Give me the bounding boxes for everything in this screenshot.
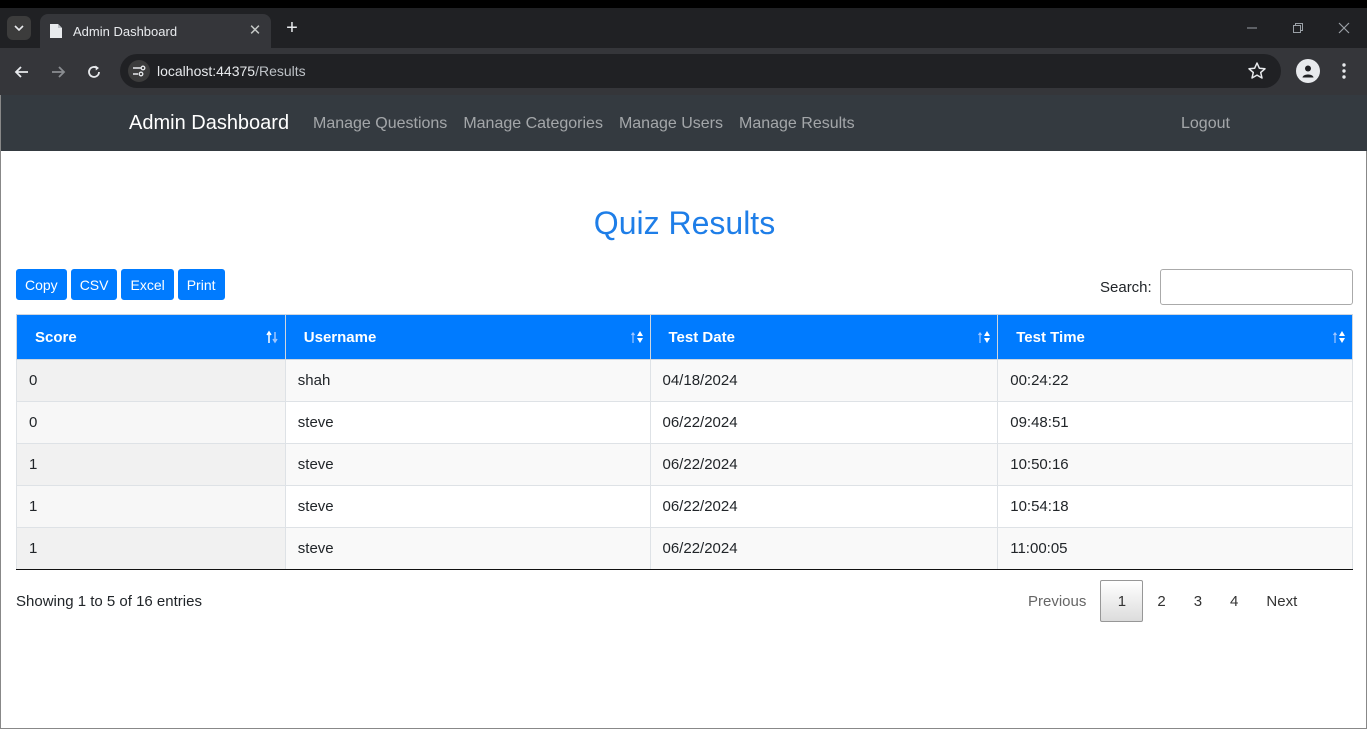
sort-icon: [978, 331, 991, 343]
cell-test-date: 06/22/2024: [649, 485, 999, 528]
page-button-3[interactable]: 3: [1180, 580, 1216, 622]
table-header-row: Score Username Test Date Test Time: [16, 314, 1353, 360]
table-row[interactable]: 1 steve 06/22/2024 11:00:05: [16, 527, 1353, 570]
cell-test-time: 11:00:05: [997, 527, 1353, 570]
back-arrow-icon[interactable]: [10, 60, 34, 84]
column-header-test-date[interactable]: Test Date: [649, 314, 999, 360]
search-box: Search:: [1100, 269, 1353, 305]
top-strip: [0, 0, 1367, 8]
column-header-test-time[interactable]: Test Time: [997, 314, 1353, 360]
cell-test-time: 10:54:18: [997, 485, 1353, 528]
restore-icon[interactable]: [1275, 8, 1321, 48]
cell-test-date: 04/18/2024: [649, 359, 999, 402]
sort-icon: [630, 331, 643, 343]
cell-score: 1: [16, 443, 286, 486]
bookmark-star-icon[interactable]: [1247, 61, 1267, 81]
search-label: Search:: [1100, 278, 1152, 296]
nav-links: Manage Questions Manage Categories Manag…: [313, 115, 855, 133]
browser-menu-icon[interactable]: [1334, 59, 1354, 83]
table-row[interactable]: 1 steve 06/22/2024 10:54:18: [16, 485, 1353, 528]
copy-button[interactable]: Copy: [16, 269, 67, 300]
cell-username: steve: [284, 485, 651, 528]
close-window-icon[interactable]: [1321, 8, 1367, 48]
page-button-1[interactable]: 1: [1100, 580, 1144, 622]
profile-avatar-icon[interactable]: [1296, 59, 1320, 83]
column-header-label: Test Date: [668, 328, 735, 346]
previous-page-button[interactable]: Previous: [1014, 580, 1100, 622]
table-row[interactable]: 1 steve 06/22/2024 10:50:16: [16, 443, 1353, 486]
chevron-down-icon: [14, 25, 24, 31]
column-header-label: Score: [35, 328, 77, 346]
column-header-score[interactable]: Score: [16, 314, 286, 360]
nav-link-manage-users[interactable]: Manage Users: [619, 115, 723, 133]
url-host: localhost:44375: [157, 63, 256, 79]
site-info-icon[interactable]: [128, 60, 150, 82]
print-button[interactable]: Print: [177, 269, 225, 300]
cell-username: steve: [284, 443, 651, 486]
nav-link-manage-categories[interactable]: Manage Categories: [463, 115, 603, 133]
browser-tab-bar: Admin Dashboard ✕ +: [0, 8, 1367, 48]
cell-username: shah: [284, 359, 651, 402]
csv-button[interactable]: CSV: [70, 269, 118, 300]
address-bar[interactable]: localhost:44375/Results: [120, 54, 1281, 88]
cell-username: steve: [284, 401, 651, 444]
close-tab-icon[interactable]: ✕: [247, 23, 263, 39]
page-title: Quiz Results: [593, 205, 776, 241]
minimize-icon[interactable]: [1229, 8, 1275, 48]
next-page-button[interactable]: Next: [1252, 580, 1311, 622]
cell-test-time: 10:50:16: [997, 443, 1353, 486]
cell-test-date: 06/22/2024: [649, 527, 999, 570]
cell-score: 0: [16, 359, 286, 402]
results-table: Score Username Test Date Test Time 0 sha…: [16, 314, 1353, 570]
window-controls: [1229, 8, 1367, 48]
tab-search-button[interactable]: [7, 16, 31, 40]
page-button-2[interactable]: 2: [1143, 580, 1179, 622]
tab-title: Admin Dashboard: [73, 23, 178, 39]
browser-toolbar: localhost:44375/Results: [0, 48, 1367, 95]
pagination: Previous 1 2 3 4 Next: [1014, 580, 1311, 622]
table-row[interactable]: 0 steve 06/22/2024 09:48:51: [16, 401, 1353, 444]
sort-icon: [1333, 331, 1345, 343]
cell-score: 1: [16, 527, 286, 570]
reload-icon[interactable]: [82, 60, 106, 84]
page-viewport: Admin Dashboard Manage Questions Manage …: [0, 95, 1367, 729]
nav-link-manage-questions[interactable]: Manage Questions: [313, 115, 447, 133]
cell-test-date: 06/22/2024: [649, 401, 999, 444]
cell-score: 0: [16, 401, 286, 444]
table-info: Showing 1 to 5 of 16 entries: [16, 593, 202, 610]
table-row[interactable]: 0 shah 04/18/2024 00:24:22: [16, 359, 1353, 402]
browser-tab[interactable]: Admin Dashboard ✕: [40, 14, 271, 48]
column-header-label: Test Time: [1016, 328, 1085, 346]
export-buttons: Copy CSV Excel Print: [16, 269, 225, 300]
search-input[interactable]: [1159, 269, 1353, 305]
nav-link-manage-results[interactable]: Manage Results: [739, 115, 855, 133]
excel-button[interactable]: Excel: [121, 269, 174, 300]
column-header-username[interactable]: Username: [284, 314, 651, 360]
logout-link[interactable]: Logout: [1181, 115, 1230, 133]
sort-ascending-icon: [266, 330, 278, 344]
cell-score: 1: [16, 485, 286, 528]
cell-username: steve: [284, 527, 651, 570]
page-button-4[interactable]: 4: [1216, 580, 1252, 622]
url-path: /Results: [255, 63, 306, 79]
cell-test-date: 06/22/2024: [649, 443, 999, 486]
cell-test-time: 09:48:51: [997, 401, 1353, 444]
column-header-label: Username: [303, 328, 377, 346]
navbar-brand[interactable]: Admin Dashboard: [129, 112, 289, 135]
page-favicon-icon: [50, 24, 62, 38]
navbar: Admin Dashboard Manage Questions Manage …: [1, 95, 1367, 151]
url-text: localhost:44375/Results: [157, 63, 306, 79]
cell-test-time: 00:24:22: [997, 359, 1353, 402]
new-tab-button[interactable]: +: [283, 17, 301, 39]
forward-arrow-icon[interactable]: [46, 60, 70, 84]
